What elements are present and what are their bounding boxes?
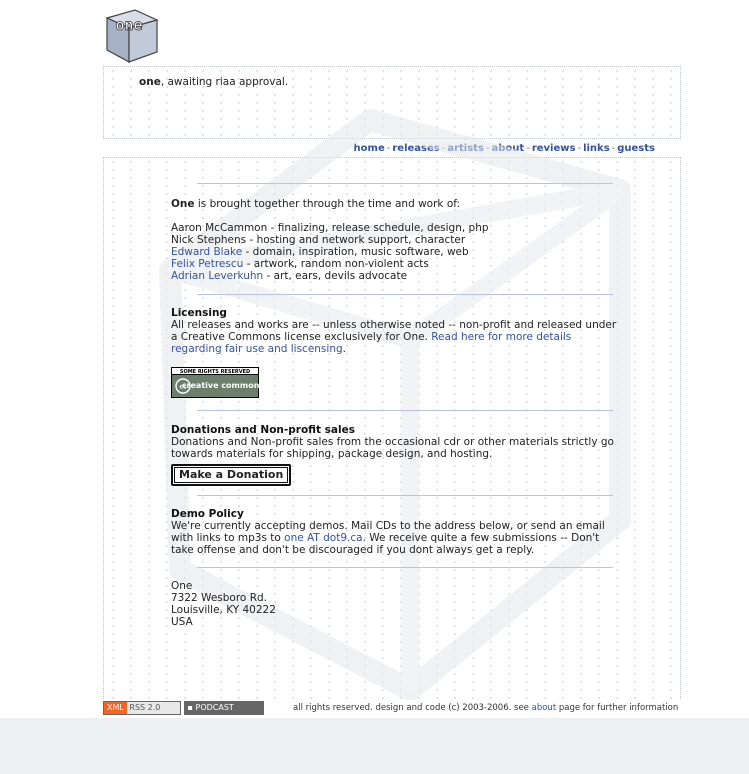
credit-role: - hosting and network support, character [246, 234, 466, 246]
credit-row: Nick Stephens - hosting and network supp… [171, 234, 617, 246]
podcast-icon: ▪ [187, 703, 193, 712]
credit-role: - domain, inspiration, music software, w… [242, 246, 469, 258]
footer-badges: XML RSS 2.0 ▪ PODCAST [103, 701, 264, 715]
credit-link[interactable]: Adrian Leverkuhn [171, 270, 263, 282]
address-line: 7322 Wesboro Rd. [171, 592, 267, 604]
address-line: Louisville, KY 40222 [171, 604, 276, 616]
main-content: One is brought together through the time… [171, 170, 617, 628]
credit-row: Aaron McCammon - finalizing, release sch… [171, 222, 617, 234]
intro: One is brought together through the time… [171, 198, 617, 210]
divider [197, 410, 613, 411]
credit-name: Nick Stephens [171, 234, 247, 246]
tagline-brand: one [139, 76, 161, 88]
address-line: USA [171, 616, 193, 628]
divider [197, 495, 613, 496]
one-logo[interactable]: one [103, 6, 161, 64]
donations-title: Donations and Non-profit sales [171, 424, 355, 436]
cc-badge-main-text: creative commons [182, 381, 259, 390]
donations-text: Donations and Non-profit sales from the … [171, 436, 614, 460]
credit-role: - artwork, random non-violent acts [243, 258, 429, 270]
credit-row: Edward Blake - domain, inspiration, musi… [171, 246, 617, 258]
credit-role: - art, ears, devils advocate [263, 270, 408, 282]
creative-commons-badge[interactable]: SOME RIGHTS RESERVED cc creative commons [171, 367, 259, 398]
credit-name: Aaron McCammon [171, 222, 268, 234]
podcast-badge[interactable]: ▪ PODCAST [184, 701, 264, 715]
credit-link[interactable]: Felix Petrescu [171, 258, 243, 270]
licensing-text-block: All releases and works are -- unless oth… [171, 319, 617, 355]
footer-text-start: all rights reserved. design and code (c)… [293, 703, 532, 713]
tagline-text: , awaiting riaa approval. [160, 76, 289, 88]
licensing-section: Licensing All releases and works are -- … [171, 307, 617, 398]
demo-email-link[interactable]: one AT dot9.ca [284, 532, 362, 544]
rss-badge-xml: XML [104, 702, 127, 714]
demo-text-block: We're currently accepting demos. Mail CD… [171, 520, 617, 556]
credit-row: Adrian Leverkuhn - art, ears, devils adv… [171, 270, 617, 282]
logo-text: one [115, 16, 142, 34]
demo-section: Demo Policy We're currently accepting de… [171, 508, 617, 556]
intro-text: is brought together through the time and… [194, 198, 461, 210]
rss-badge-label: RSS 2.0 [129, 703, 161, 712]
divider [197, 294, 613, 295]
footer-about-link[interactable]: about [532, 703, 557, 713]
credit-role: - finalizing, release schedule, design, … [267, 222, 489, 234]
footer-text-end: page for further information [556, 703, 679, 713]
rss-badge[interactable]: XML RSS 2.0 [103, 701, 181, 715]
credit-row: Felix Petrescu - artwork, random non-vio… [171, 258, 617, 270]
footer-copyright: all rights reserved. design and code (c)… [293, 703, 678, 713]
divider [197, 567, 613, 568]
intro-brand: One [171, 198, 195, 210]
demo-title: Demo Policy [171, 508, 244, 520]
donations-section: Donations and Non-profit sales Donations… [171, 424, 617, 486]
address-block: One 7322 Wesboro Rd. Louisville, KY 4022… [171, 580, 617, 628]
credit-link[interactable]: Edward Blake [171, 246, 242, 258]
tagline: one, awaiting riaa approval. [139, 76, 288, 88]
credits-list: Aaron McCammon - finalizing, release sch… [171, 222, 617, 282]
divider [197, 183, 613, 184]
licensing-title: Licensing [171, 307, 227, 319]
podcast-badge-label: PODCAST [195, 703, 234, 712]
cc-badge-top-text: SOME RIGHTS RESERVED [180, 369, 250, 375]
licensing-end: . [342, 343, 346, 355]
address-line: One [171, 580, 193, 592]
make-donation-button[interactable]: Make a Donation [171, 464, 292, 486]
